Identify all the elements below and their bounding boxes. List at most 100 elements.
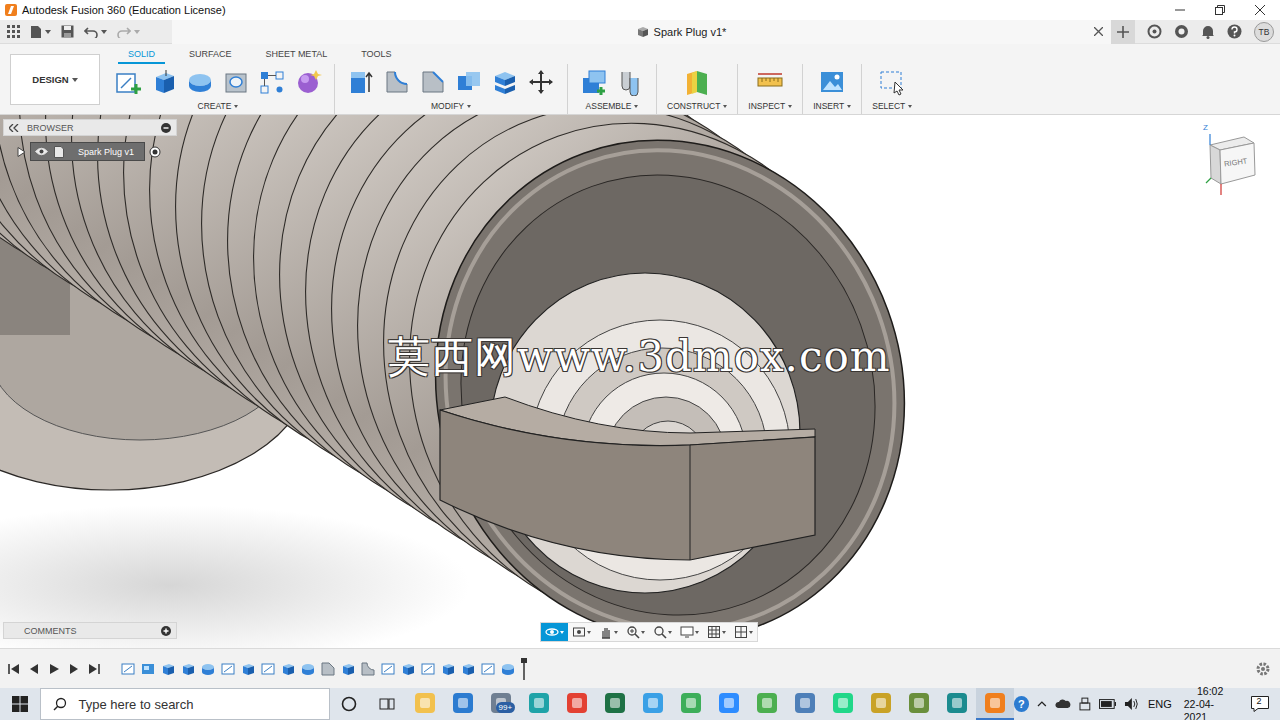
taskbar-app[interactable] xyxy=(596,688,634,720)
sketch-feature-icon[interactable] xyxy=(420,661,436,677)
group-menu-button[interactable]: MODIFY xyxy=(429,100,473,112)
sketch-feature-icon[interactable] xyxy=(220,661,236,677)
job-status-icon[interactable] xyxy=(1174,24,1189,39)
collapse-left-icon[interactable] xyxy=(9,124,19,132)
sketch-feature-icon[interactable] xyxy=(260,661,276,677)
sketch-feature-icon[interactable] xyxy=(380,661,396,677)
tool-button[interactable] xyxy=(874,65,910,99)
visibility-eye-icon[interactable] xyxy=(35,147,48,156)
chamfer-feature-icon[interactable] xyxy=(320,661,336,677)
taskbar-app[interactable] xyxy=(900,688,938,720)
file-menu-button[interactable] xyxy=(30,22,51,42)
tool-button[interactable] xyxy=(752,65,788,99)
go-to-end-icon[interactable] xyxy=(88,663,100,675)
tool-button[interactable] xyxy=(487,65,523,99)
taskbar-app[interactable] xyxy=(444,688,482,720)
navigation-tool[interactable] xyxy=(622,623,649,641)
revolve-feature-icon[interactable] xyxy=(300,661,316,677)
tool-button[interactable] xyxy=(379,65,415,99)
tool-button[interactable] xyxy=(218,65,254,99)
help-tray-icon[interactable]: ? xyxy=(1014,696,1030,712)
redo-button[interactable] xyxy=(117,22,140,42)
view-cube[interactable]: Z RIGHT xyxy=(1200,123,1262,203)
navigation-tool[interactable] xyxy=(541,623,568,641)
extrude-feature-icon[interactable] xyxy=(160,661,176,677)
ribbon-tab[interactable]: SURFACE xyxy=(179,47,242,64)
timeline-marker-icon[interactable] xyxy=(520,658,528,680)
tool-button[interactable] xyxy=(523,65,559,99)
taskbar-app[interactable] xyxy=(824,688,862,720)
taskbar-app[interactable] xyxy=(520,688,558,720)
fillet-feature-icon[interactable] xyxy=(360,661,376,677)
browser-item[interactable]: Spark Plug v1 xyxy=(3,142,177,161)
navigation-tool[interactable] xyxy=(649,623,676,641)
navigation-tool[interactable] xyxy=(595,623,622,641)
ribbon-tab[interactable]: SOLID xyxy=(118,47,165,64)
group-menu-button[interactable]: CREATE xyxy=(196,100,241,112)
restore-button[interactable] xyxy=(1200,0,1240,20)
extensions-icon[interactable] xyxy=(1147,24,1162,39)
extrude-feature-icon[interactable] xyxy=(400,661,416,677)
taskbar-app[interactable] xyxy=(862,688,900,720)
extrude-feature-icon[interactable] xyxy=(460,661,476,677)
tool-button[interactable] xyxy=(110,65,146,99)
tool-button[interactable] xyxy=(814,65,850,99)
body-feature-icon[interactable] xyxy=(140,661,156,677)
group-menu-button[interactable]: INSPECT xyxy=(746,100,794,112)
taskbar-app[interactable] xyxy=(748,688,786,720)
browser-header[interactable]: BROWSER xyxy=(3,119,177,136)
collapsed-arrow-icon[interactable] xyxy=(17,147,26,157)
tool-button[interactable] xyxy=(343,65,379,99)
extrude-feature-icon[interactable] xyxy=(340,661,356,677)
data-panel-button[interactable] xyxy=(7,22,20,42)
cortana-button[interactable] xyxy=(330,688,368,720)
show-hidden-icons-icon[interactable] xyxy=(1037,700,1047,708)
revolve-feature-icon[interactable] xyxy=(500,661,516,677)
add-comment-icon[interactable] xyxy=(161,626,171,636)
new-tab-button[interactable] xyxy=(1111,20,1135,44)
go-to-start-icon[interactable] xyxy=(8,663,20,675)
clock[interactable]: 16:02 22-04-2021 xyxy=(1180,685,1241,720)
taskbar-app[interactable] xyxy=(634,688,672,720)
volume-icon[interactable] xyxy=(1124,697,1140,711)
revolve-feature-icon[interactable] xyxy=(200,661,216,677)
sketch-feature-icon[interactable] xyxy=(480,661,496,677)
tool-button[interactable] xyxy=(182,65,218,99)
navigation-tool[interactable] xyxy=(703,623,730,641)
minimize-panel-icon[interactable] xyxy=(161,123,171,133)
task-view-button[interactable] xyxy=(368,688,406,720)
group-menu-button[interactable]: INSERT xyxy=(811,100,853,112)
group-menu-button[interactable]: ASSEMBLE xyxy=(584,100,641,112)
group-menu-button[interactable]: CONSTRUCT xyxy=(665,100,729,112)
tool-button[interactable] xyxy=(254,65,290,99)
gear-icon[interactable] xyxy=(1256,662,1270,676)
tool-button[interactable] xyxy=(290,65,326,99)
ribbon-tab[interactable]: SHEET METAL xyxy=(256,47,338,64)
taskbar-app[interactable] xyxy=(710,688,748,720)
document-tab[interactable]: Spark Plug v1* xyxy=(172,20,1111,44)
navigation-tool[interactable] xyxy=(676,623,703,641)
taskbar-search[interactable]: Type here to search xyxy=(40,688,330,720)
battery-icon[interactable] xyxy=(1099,699,1117,709)
minimize-button[interactable] xyxy=(1160,0,1200,20)
undo-button[interactable] xyxy=(84,22,107,42)
taskbar-app[interactable] xyxy=(406,688,444,720)
extrude-feature-icon[interactable] xyxy=(240,661,256,677)
step-forward-icon[interactable] xyxy=(68,663,80,675)
tool-button[interactable] xyxy=(612,65,648,99)
canvas-viewport[interactable]: 莫西网www.3dmox.com BROWSER Spark Plug v1 Z… xyxy=(0,115,1280,648)
taskbar-app[interactable] xyxy=(786,688,824,720)
tool-button[interactable] xyxy=(451,65,487,99)
start-button[interactable] xyxy=(0,688,40,720)
close-tab-icon[interactable] xyxy=(1094,27,1103,36)
tool-button[interactable] xyxy=(415,65,451,99)
save-button[interactable] xyxy=(61,22,74,42)
workspace-switcher[interactable]: DESIGN xyxy=(10,54,100,105)
extrude-feature-icon[interactable] xyxy=(440,661,456,677)
help-icon[interactable] xyxy=(1227,24,1242,39)
tool-button[interactable] xyxy=(146,65,182,99)
taskbar-app[interactable] xyxy=(558,688,596,720)
spark-plug-model[interactable] xyxy=(0,115,1280,648)
group-menu-button[interactable]: SELECT xyxy=(870,100,914,112)
tool-button[interactable] xyxy=(576,65,612,99)
